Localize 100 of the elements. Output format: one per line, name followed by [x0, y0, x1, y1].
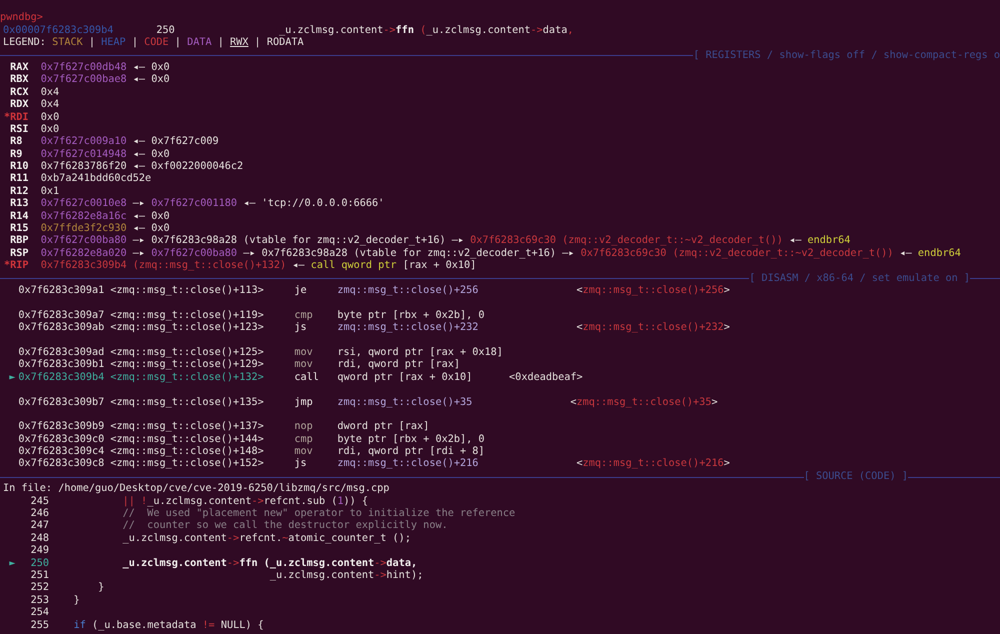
register-value: 0x7f627c00ba80 —▸ 0x7f6283c98a28 (vtable for zmq::v2_decoder_t+16) —▸ 0x7f6283c69c30 (zmq::v2_decoder_t::~v2_decoder_t()) ◂— endbr64	[40, 235, 850, 248]
source-code: }	[97, 582, 104, 595]
register-name: R12	[10, 186, 30, 198]
line-number: 250	[156, 24, 176, 37]
line-number: 248	[30, 532, 50, 545]
register-name: R11	[10, 173, 30, 186]
line-number: 246	[30, 508, 50, 520]
instruction-symbol: <zmq::msg_t::close()+119>	[109, 310, 265, 322]
line-number: 245	[30, 496, 50, 508]
mnemonic: cmp	[294, 310, 314, 322]
line-number: 255	[30, 620, 50, 632]
current-marker: ►	[9, 372, 16, 383]
source-code: if (_u.base.metadata != NULL) {	[72, 620, 264, 632]
mnemonic: mov	[294, 446, 314, 458]
operands: byte ptr [rbx + 0x2b], 0	[337, 434, 485, 446]
operands: rsi, qword ptr [rax + 0x18]	[337, 346, 503, 359]
instruction-address: 0x7f6283c309c0	[18, 434, 104, 446]
source-code: }	[72, 594, 80, 608]
instruction-symbol: <zmq::msg_t::close()+132>	[109, 372, 265, 384]
mnemonic: call	[294, 372, 320, 384]
register-value: 0x7f627c00db48 ◂— 0x0	[40, 62, 170, 74]
instruction-address: 0x7f6283c309a1	[18, 284, 104, 298]
section-title: [ REGISTERS / show-flags off / show-compact-regs o	[693, 50, 1000, 62]
line-number: 252	[30, 582, 50, 595]
operands: rdi, qword ptr [rax]	[337, 359, 460, 372]
instruction-symbol: <zmq::msg_t::close()+137>	[109, 421, 265, 434]
operands: rdi, qword ptr [rdi + 8]	[337, 446, 485, 458]
instruction-symbol: <zmq::msg_t::close()+129>	[109, 359, 265, 372]
register-name: RAX	[10, 62, 30, 74]
legend: LEGEND: STACK | HEAP | CODE | DATA | RWX | RODATA	[3, 37, 304, 50]
section-title: [ DISASM / x86-64 / set emulate on ]	[749, 272, 970, 285]
instruction-symbol: <zmq::msg_t::close()+152>	[109, 458, 265, 471]
mnemonic: cmp	[294, 434, 314, 446]
instruction-symbol: <zmq::msg_t::close()+144>	[109, 434, 265, 446]
operands: zmq::msg_t::close()+256	[337, 284, 478, 298]
register-value: 0x7f6283c309b4 (zmq::msg_t::close()+132) ◂— call qword ptr [rax + 0x10]	[40, 260, 476, 273]
operands: byte ptr [rbx + 0x2b], 0	[337, 310, 485, 322]
source-code: // We used "placement new" operator to initialize the reference	[122, 508, 516, 520]
mnemonic: jmp	[294, 396, 314, 409]
instruction-address: 0x7f6283c309c4	[18, 446, 104, 458]
operands: zmq::msg_t::close()+216	[337, 458, 478, 471]
instruction-address: 0x7f6283c309b1	[18, 359, 104, 372]
instruction-symbol: <zmq::msg_t::close()+113>	[109, 284, 265, 298]
line-number: 251	[30, 570, 50, 582]
register-name: RCX	[10, 86, 30, 100]
instruction-symbol: <zmq::msg_t::close()+123>	[109, 322, 265, 335]
source-code: // counter so we call the destructor explicitly now.	[122, 520, 448, 533]
section-title: [ SOURCE (CODE) ]	[804, 470, 908, 484]
line-number: 253	[30, 594, 50, 607]
operands: zmq::msg_t::close()+232	[337, 322, 478, 335]
instruction-address: 0x7f6283c309b4	[18, 372, 104, 384]
instruction-address: 0x7f6283c309b9	[18, 421, 104, 434]
register-value: 0x1	[40, 186, 60, 198]
register-name: RDX	[10, 99, 30, 112]
register-name: RSI	[10, 124, 30, 136]
register-name: R10	[10, 161, 30, 174]
register-value: 0x7f6282e8a020 —▸ 0x7f627c00ba80 —▸ 0x7f6283c98a28 (vtable for zmq::v2_decoder_t+16) —▸ 0x7f6283c69c30 (zmq::v2_decoder_t::~v2_decoder_t()) ◂— endbr64	[40, 248, 961, 260]
instruction-address: 0x7f6283c309ad	[18, 346, 104, 359]
operands: dword ptr [rax]	[337, 421, 430, 434]
register-value: 0x7f627c014948 ◂— 0x0	[40, 148, 170, 161]
prompt: pwndbg>	[0, 12, 43, 25]
mnemonic: je	[294, 284, 308, 298]
instruction-comment: <0xdeadbeaf>	[509, 372, 583, 384]
instruction-symbol: <zmq::msg_t::close()+125>	[109, 346, 265, 359]
instruction-comment: <zmq::msg_t::close()+232>	[576, 322, 730, 335]
instruction-address: 0x7f6283c309b7	[18, 396, 104, 409]
line-number: 247	[30, 520, 50, 533]
register-value: 0x0	[40, 124, 60, 136]
register-name: R8	[10, 136, 24, 149]
instruction-address: 0x00007f6283c309b4	[3, 24, 114, 37]
source-code: _u.zclmsg.content->ffn (_u.zclmsg.content->data,	[122, 558, 418, 570]
register-value: 0xb7a241bdd60cd52e	[40, 173, 152, 186]
register-name: R13	[10, 198, 30, 211]
instruction-address: 0x7f6283c309a7	[18, 310, 104, 322]
register-name: R14	[10, 210, 30, 224]
register-value: 0x7f627c009a10 ◂— 0x7f627c009	[40, 136, 219, 149]
register-value: 0x7ffde3f2c930 ◂— 0x0	[40, 223, 170, 235]
register-value: 0x4	[40, 99, 60, 112]
source-code: _u.zclmsg.content->hint);	[268, 570, 424, 582]
source-code: _u.zclmsg.content->refcnt.~atomic_counter_t ();	[122, 532, 411, 546]
line-number: 254	[30, 607, 50, 620]
file-path: In file: /home/guo/Desktop/cve/cve-2019-6250/libzmq/src/msg.cpp	[3, 483, 390, 496]
instruction-symbol: <zmq::msg_t::close()+148>	[109, 446, 265, 458]
mnemonic: js	[294, 458, 308, 471]
line-number: 250	[30, 558, 50, 570]
mnemonic: mov	[294, 359, 314, 372]
instruction-comment: <zmq::msg_t::close()+256>	[576, 284, 730, 298]
operands: zmq::msg_t::close()+35	[337, 396, 472, 409]
instruction-address: 0x7f6283c309ab	[18, 322, 104, 335]
instruction-comment: <zmq::msg_t::close()+216>	[576, 458, 730, 471]
operands: qword ptr [rax + 0x10]	[337, 372, 472, 384]
register-value: 0x7f627c0010e8 —▸ 0x7f627c001180 ◂— 'tcp://0.0.0.0:6666'	[40, 198, 384, 211]
instruction-symbol: <zmq::msg_t::close()+135>	[109, 396, 265, 409]
mnemonic: nop	[294, 421, 314, 434]
instruction-address: 0x7f6283c309c8	[18, 458, 104, 471]
register-value: 0x7f627c00bae8 ◂— 0x0	[40, 74, 170, 87]
register-value: 0x0	[40, 112, 60, 124]
register-name: RBP	[10, 235, 30, 248]
register-name: RSP	[10, 248, 30, 260]
instruction-comment: <zmq::msg_t::close()+35>	[570, 396, 718, 409]
